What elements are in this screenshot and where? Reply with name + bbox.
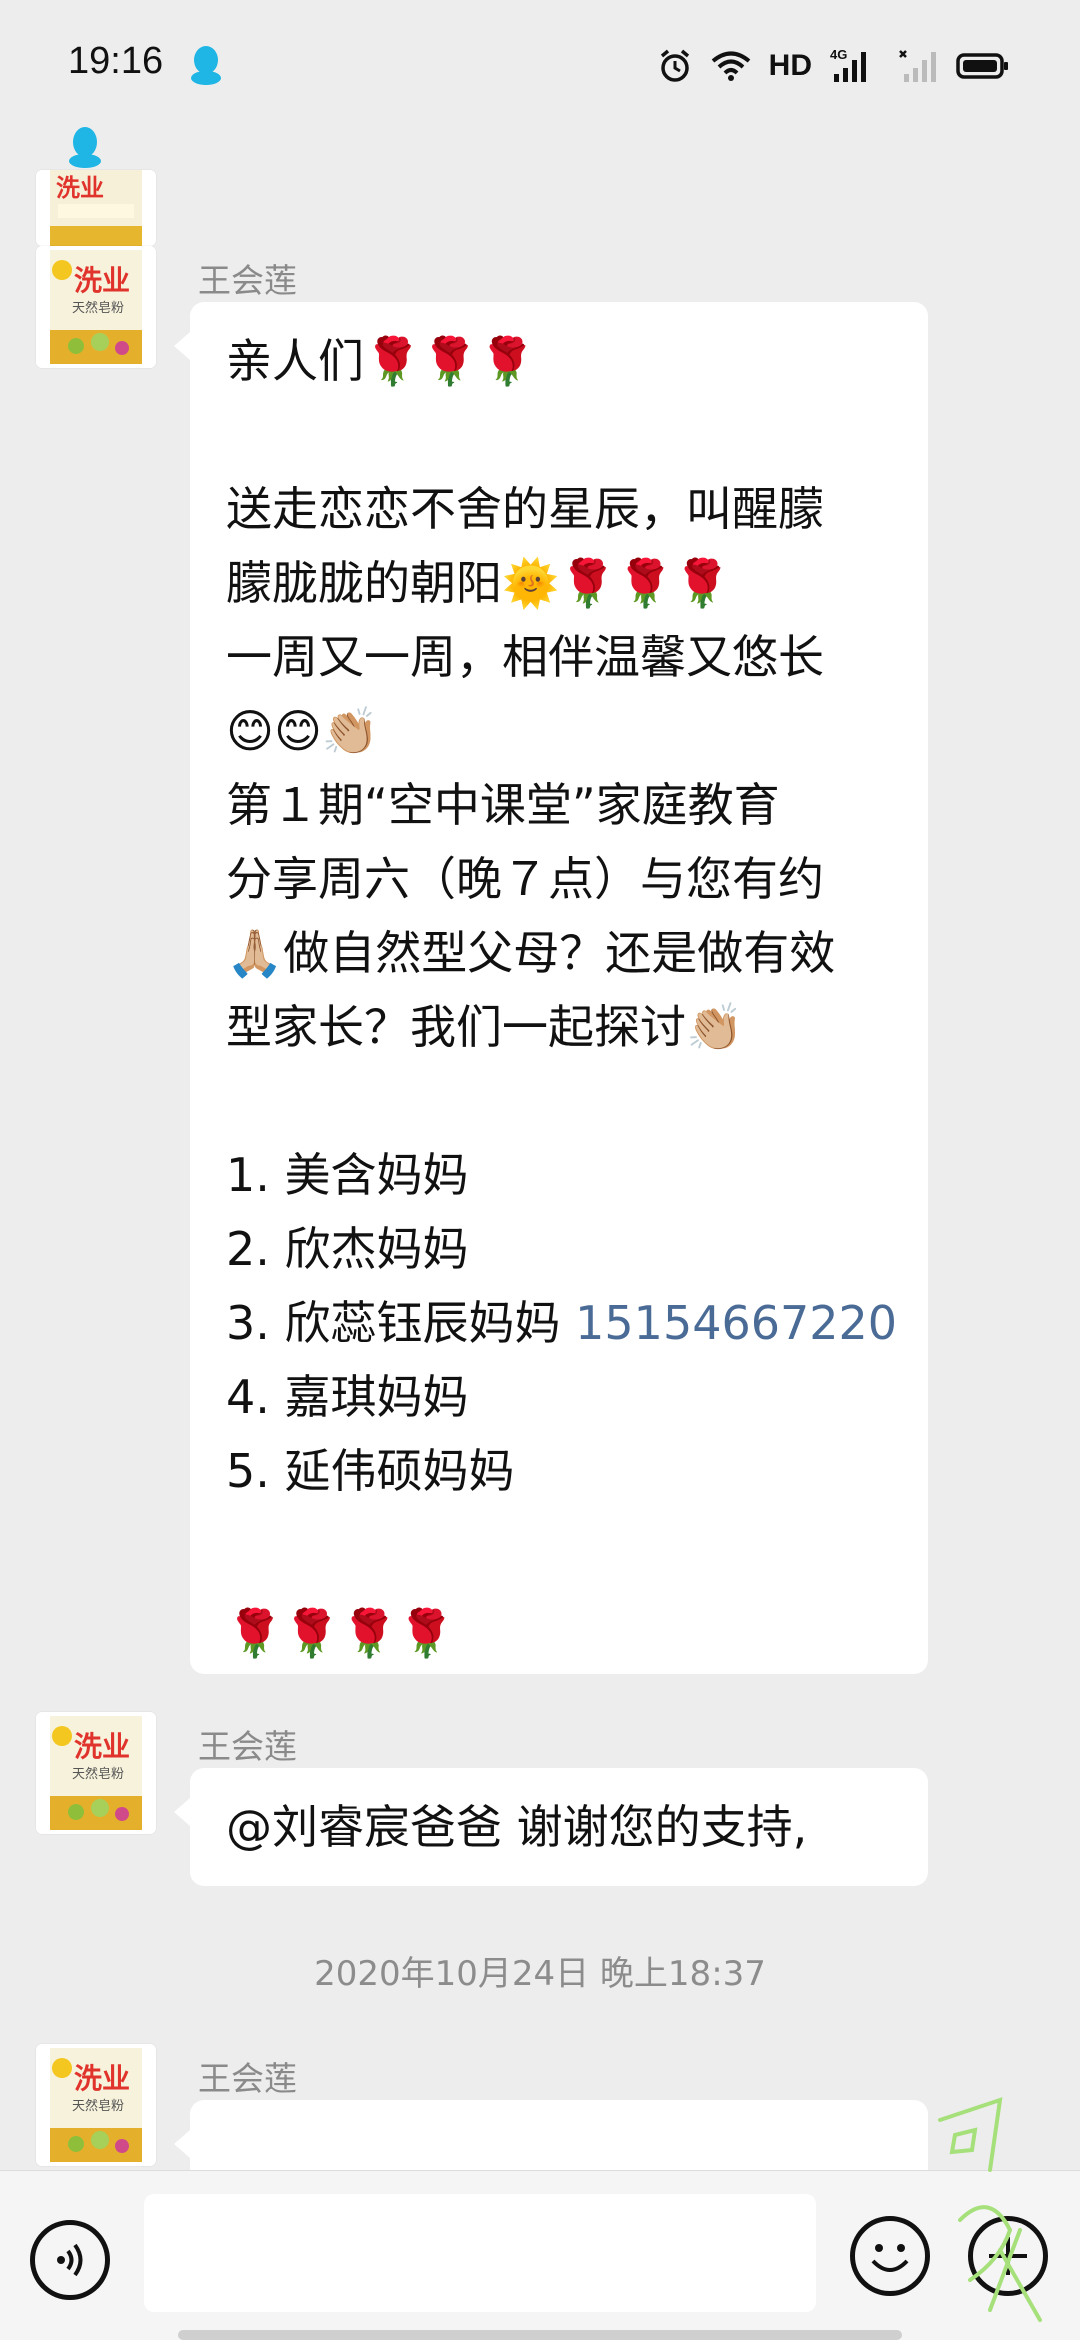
status-bar: 19:16 HD 4G [0,0,1080,130]
smiley-icon [871,2244,909,2272]
message-bubble[interactable]: 亲人们🌹🌹🌹 送走恋恋不舍的星辰，叫醒朦 朦胧胧的朝阳🌞🌹🌹🌹 一周又一周，相伴… [174,302,928,1674]
floating-qq-icon[interactable] [66,125,104,169]
message-line: 🌹🌹🌹🌹 [226,1606,456,1660]
alarm-icon [660,49,689,82]
svg-text:天然皂粉: 天然皂粉 [72,300,124,316]
sender-avatar[interactable]: 洗业 天然皂粉 [36,246,156,368]
sender-name: 王会莲 [198,2059,297,2098]
message-line: 型家长？我们一起探讨👏🏼 [226,1000,744,1054]
message-line: 一周又一周，相伴温馨又悠长 [226,630,824,684]
chat-timestamp: 2020年10月24日 晚上18:37 [314,1954,766,1994]
message-bubble[interactable]: @刘睿宸爸爸 谢谢您的支持, [174,1768,928,1886]
avatar-image: 洗业 天然皂粉 [36,246,156,368]
voice-button[interactable] [30,2220,110,2300]
signal-empty-icon [899,50,936,82]
home-indicator [178,2330,902,2340]
message-line: 2. 欣杰妈妈 [226,1222,469,1276]
avatar-partial[interactable]: 洗业 [36,170,156,246]
emoji-button[interactable] [850,2216,930,2296]
message-line: 1. 美含妈妈 [226,1148,469,1202]
status-time: 19:16 [68,40,164,82]
battery-icon [956,53,1008,79]
avatar-image: 洗业 天然皂粉 [36,2044,156,2166]
message-line: 5. 延伟硕妈妈 [226,1444,515,1498]
handwritten-watermark [938,2097,1042,2322]
message-line: 朦胧胧的朝阳🌞🌹🌹🌹 [226,556,732,610]
message-input[interactable] [144,2194,816,2312]
svg-text:洗业: 洗业 [56,174,104,202]
svg-text:洗业: 洗业 [74,2062,130,2095]
status-icons: HD 4G [657,40,1010,92]
message-line: 亲人们🌹🌹🌹 [226,334,536,388]
message-line: 分享周六（晚７点）与您有约 [226,852,824,906]
chat-screen: 19:16 HD 4G 洗业 洗业 天然皂粉 王会莲 亲人们🌹🌹🌹 送走恋恋不舍… [0,0,1080,2340]
voice-icon [57,2243,83,2277]
message-line: 送走恋恋不舍的星辰，叫醒朦 [226,482,824,536]
sender-avatar[interactable]: 洗业 天然皂粉 [36,2044,156,2166]
qq-notification-icon [191,46,221,85]
svg-text:天然皂粉: 天然皂粉 [72,1766,124,1782]
avatar-image: 洗业 天然皂粉 [36,1712,156,1834]
message-line: @刘睿宸爸爸 谢谢您的支持, [226,1800,808,1854]
svg-text:洗业: 洗业 [74,1730,130,1763]
message-line: 🙏🏼做自然型父母？还是做有效 [226,926,836,980]
sender-name: 王会莲 [198,261,297,300]
message-line: 第１期“空中课堂”家庭教育 [226,778,780,832]
message-line: 😊😊👏🏼 [226,704,380,758]
phone-number-link[interactable]: 15154667220 [575,1296,897,1350]
svg-text:洗业: 洗业 [74,264,130,297]
message-line: 3. 欣蕊钰辰妈妈 [226,1296,576,1350]
message-line: 4. 嘉琪妈妈 [226,1370,469,1424]
message-line-with-phone: 3. 欣蕊钰辰妈妈 15154667220 [226,1286,897,1360]
network-label: HD [768,49,812,82]
wifi-icon [711,51,750,81]
sender-name: 王会莲 [198,1727,297,1766]
svg-text:天然皂粉: 天然皂粉 [72,2098,124,2114]
net-type-label: 4G [830,48,847,62]
signal-icon: 4G [830,48,866,82]
sender-avatar[interactable]: 洗业 天然皂粉 [36,1712,156,1834]
